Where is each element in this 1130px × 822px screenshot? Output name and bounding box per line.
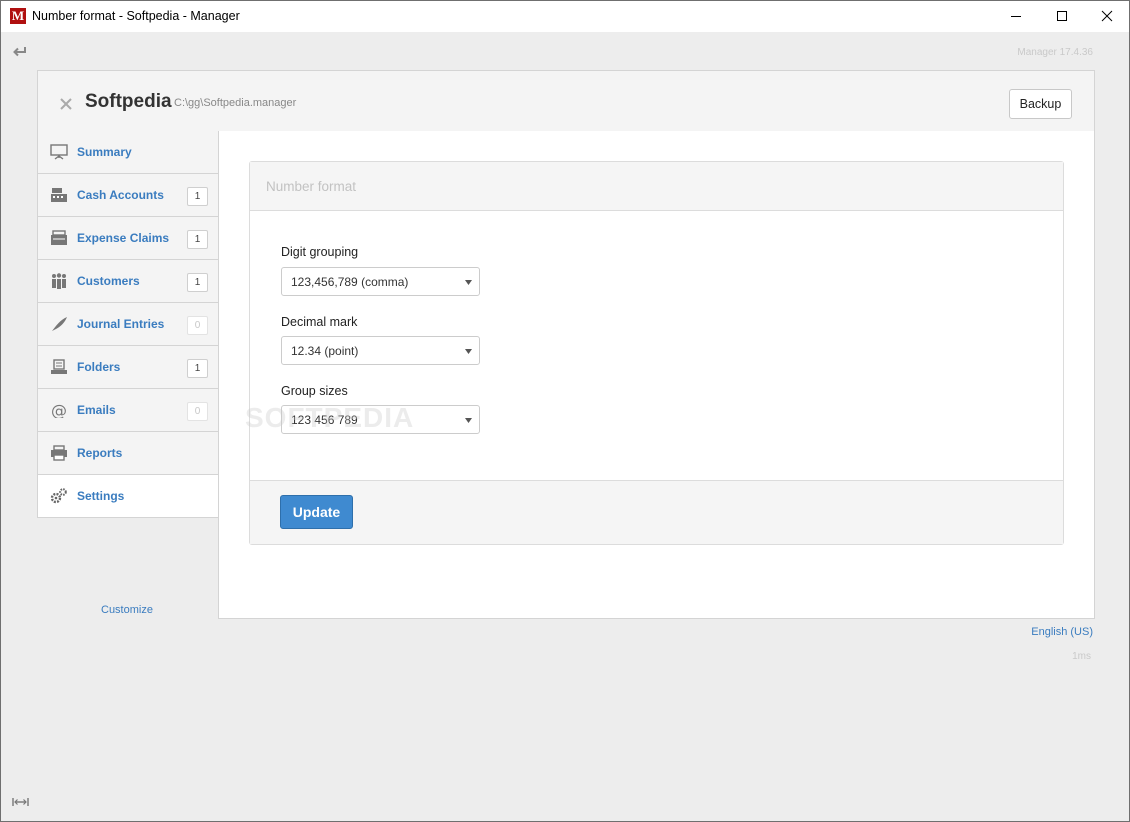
business-header: Softpedia C:\gg\Softpedia.manager Backup — [37, 70, 1095, 132]
minimize-icon — [1011, 16, 1021, 17]
sidebar-item-label: Reports — [77, 446, 123, 460]
sidebar-item-emails[interactable]: @ Emails 0 — [37, 389, 219, 432]
close-window-button[interactable] — [1084, 1, 1130, 32]
select-value: 123,456,789 (comma) — [291, 275, 409, 289]
count-badge: 1 — [187, 273, 208, 292]
caret-down-icon — [465, 280, 472, 285]
title-bar[interactable]: M Number format - Softpedia - Manager — [1, 1, 1129, 32]
minimize-button[interactable] — [993, 1, 1039, 32]
sidebar-item-label: Settings — [77, 489, 125, 503]
number-format-panel: Number format Digit grouping 123,456,789… — [249, 161, 1064, 545]
gears-icon — [50, 488, 67, 504]
close-business-icon[interactable] — [60, 98, 72, 110]
decimal-mark-label: Decimal mark — [281, 315, 358, 329]
sidebar-item-label: Cash Accounts — [77, 188, 164, 202]
file-tray-icon — [51, 359, 67, 374]
close-icon — [1101, 10, 1113, 22]
count-badge: 1 — [187, 359, 208, 378]
expand-width-icon[interactable] — [12, 797, 29, 807]
count-badge: 0 — [187, 402, 208, 421]
sidebar-item-folders[interactable]: Folders 1 — [37, 346, 219, 389]
sidebar-item-settings[interactable]: Settings — [37, 475, 219, 518]
sidebar-item-expense-claims[interactable]: Expense Claims 1 — [37, 217, 219, 260]
render-time-label: 1ms — [1072, 651, 1091, 662]
business-name: Softpedia — [85, 91, 172, 112]
panel-header: Number format — [250, 162, 1063, 211]
maximize-button[interactable] — [1039, 1, 1085, 32]
maximize-icon — [1057, 11, 1067, 21]
at-sign-icon: @ — [51, 402, 67, 418]
select-value: 12.34 (point) — [291, 344, 359, 358]
main-card: Softpedia C:\gg\Softpedia.manager Backup… — [37, 70, 1095, 619]
digit-grouping-select[interactable]: 123,456,789 (comma) — [281, 267, 480, 296]
content-area: Number format Digit grouping 123,456,789… — [218, 131, 1095, 619]
sidebar-item-label: Customers — [77, 274, 140, 288]
printer-icon — [51, 445, 67, 461]
presentation-board-icon — [50, 144, 68, 160]
quill-icon — [52, 317, 67, 331]
sidebar-item-customers[interactable]: Customers 1 — [37, 260, 219, 303]
sidebar-item-journal-entries[interactable]: Journal Entries 0 — [37, 303, 219, 346]
cash-register-icon — [51, 188, 67, 202]
sidebar-nav: Summary Cash Accounts 1 Expense Claims 1… — [37, 131, 219, 518]
panel-title: Number format — [266, 179, 357, 194]
sidebar-item-summary[interactable]: Summary — [37, 131, 219, 174]
caret-down-icon — [465, 349, 472, 354]
group-sizes-label: Group sizes — [281, 384, 348, 398]
digit-grouping-label: Digit grouping — [281, 245, 359, 259]
panel-footer: Update — [250, 480, 1063, 544]
svg-text:@: @ — [51, 402, 67, 418]
caret-down-icon — [465, 418, 472, 423]
sidebar-item-cash-accounts[interactable]: Cash Accounts 1 — [37, 174, 219, 217]
sidebar-item-label: Expense Claims — [77, 231, 170, 245]
sidebar-item-label: Folders — [77, 360, 121, 374]
watermark: SOFTPEDIA — [245, 402, 415, 433]
business-file-path: C:\gg\Softpedia.manager — [174, 97, 297, 109]
sidebar-item-label: Journal Entries — [77, 317, 165, 331]
app-logo-icon: M — [10, 8, 26, 24]
count-badge: 0 — [187, 316, 208, 335]
sidebar-item-label: Summary — [77, 145, 132, 159]
sidebar-item-reports[interactable]: Reports — [37, 432, 219, 475]
count-badge: 1 — [187, 230, 208, 249]
sidebar-item-label: Emails — [77, 403, 116, 417]
backup-button[interactable]: Backup — [1009, 89, 1072, 119]
window-title: Number format - Softpedia - Manager — [32, 9, 240, 23]
customize-link[interactable]: Customize — [101, 604, 153, 616]
language-link[interactable]: English (US) — [1031, 626, 1093, 638]
wallet-icon — [51, 230, 67, 245]
app-window: M Number format - Softpedia - Manager Ma… — [0, 0, 1130, 822]
update-button[interactable]: Update — [280, 495, 353, 529]
people-icon — [52, 273, 66, 289]
count-badge: 1 — [187, 187, 208, 206]
version-label: Manager 17.4.36 — [1017, 47, 1093, 58]
back-arrow-icon[interactable] — [12, 45, 28, 59]
decimal-mark-select[interactable]: 12.34 (point) — [281, 336, 480, 365]
